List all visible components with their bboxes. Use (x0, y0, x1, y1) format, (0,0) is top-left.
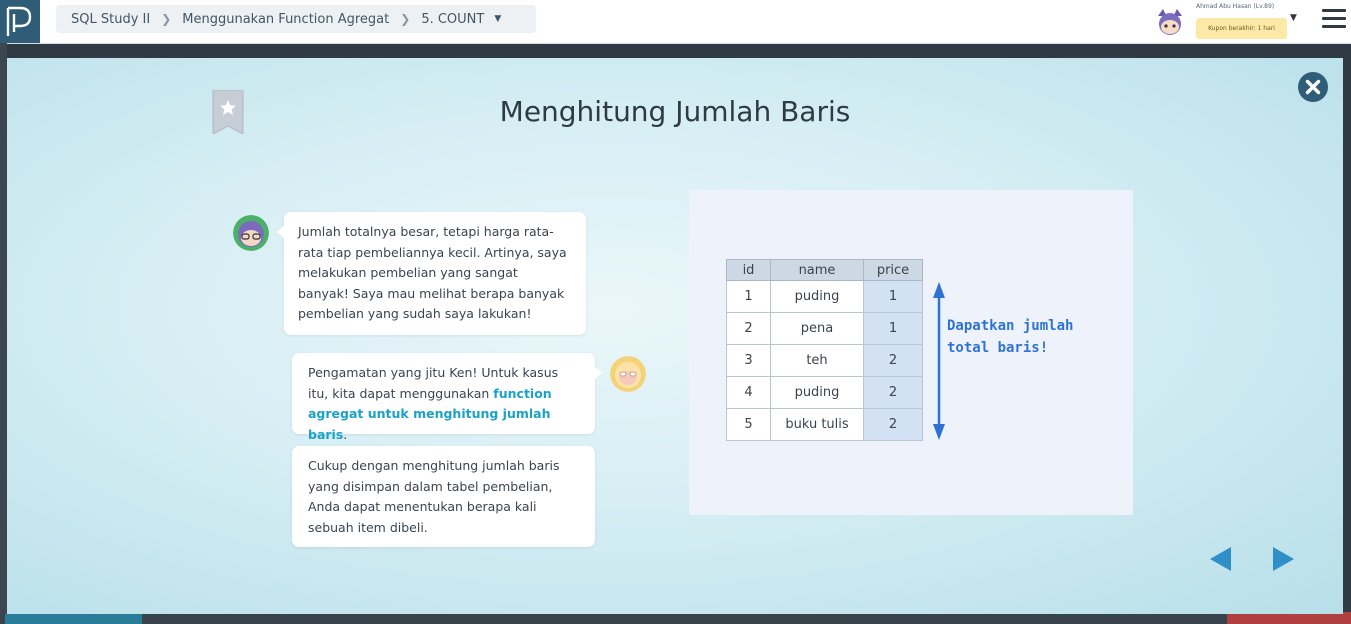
slide-modal: Menghitung Jumlah Baris Jumlah totalnya … (7, 58, 1343, 614)
table-cell: 2 (863, 408, 923, 441)
caret-down-icon[interactable]: ▼ (494, 14, 501, 24)
table-row: 1 puding 1 (726, 280, 923, 313)
next-slide-icon[interactable] (1271, 546, 1295, 572)
table-row: 2 pena 1 (726, 312, 923, 345)
background-page (0, 43, 7, 624)
chat-bubble-tutor: Pengamatan yang jitu Ken! Untuk kasus it… (292, 353, 602, 442)
table-cell: pena (770, 312, 864, 345)
breadcrumb-course[interactable]: SQL Study II (71, 12, 150, 27)
table-cell: 1 (863, 280, 923, 313)
breadcrumb-chapter[interactable]: Menggunakan Function Agregat (182, 12, 389, 27)
top-bar: SQL Study II ❯ Menggunakan Function Agre… (0, 0, 1351, 44)
table-header-row: id name price (726, 259, 923, 281)
caret-down-icon[interactable]: ▼ (1290, 13, 1297, 23)
column-header: price (863, 259, 923, 281)
user-name[interactable]: Ahmad Abu Hasan (Lv.89) (1196, 3, 1274, 10)
table-cell: 2 (863, 376, 923, 409)
user-avatar[interactable] (1154, 6, 1186, 38)
hamburger-menu-icon[interactable] (1322, 9, 1346, 31)
table-cell: 1 (726, 280, 771, 313)
chat-bubble-tutor: Cukup dengan menghitung jumlah baris yan… (292, 446, 595, 547)
arrow-label: Dapatkan jumlah total baris! (947, 315, 1073, 359)
table-cell: teh (770, 344, 864, 377)
close-icon[interactable] (1298, 72, 1328, 102)
previous-slide-icon[interactable] (1209, 546, 1233, 572)
table-cell: 2 (726, 312, 771, 345)
ken-avatar (233, 215, 269, 251)
logo-icon (6, 6, 32, 36)
column-header: id (726, 259, 771, 281)
background-footer (0, 614, 1351, 624)
double-arrow-icon (933, 282, 945, 440)
table-cell: 2 (863, 344, 923, 377)
logo[interactable] (0, 0, 40, 43)
message-text: . (343, 426, 348, 442)
table-cell: buku tulis (770, 408, 864, 441)
table-cell: 3 (726, 344, 771, 377)
table-cell: 1 (863, 312, 923, 345)
column-header: name (770, 259, 864, 281)
coupon-badge: Kupon berakhir: 1 hari (1196, 18, 1287, 39)
arrow-label-line: total baris! (947, 340, 1049, 356)
breadcrumb: SQL Study II ❯ Menggunakan Function Agre… (56, 5, 536, 33)
table-row: 4 puding 2 (726, 376, 923, 409)
purchase-table: id name price 1 puding 1 2 pena 1 3 teh … (726, 259, 923, 441)
tutor-avatar (610, 356, 646, 392)
arrow-label-line: Dapatkan jumlah (947, 318, 1074, 334)
table-illustration: id name price 1 puding 1 2 pena 1 3 teh … (689, 190, 1133, 515)
chevron-right-icon: ❯ (161, 12, 172, 26)
background-panel (5, 614, 142, 624)
slide-title: Menghitung Jumlah Baris (499, 95, 851, 128)
table-cell: puding (770, 280, 864, 313)
table-row: 3 teh 2 (726, 344, 923, 377)
table-cell: 4 (726, 376, 771, 409)
table-cell: 5 (726, 408, 771, 441)
breadcrumb-lesson[interactable]: 5. COUNT (421, 12, 484, 27)
chat-bubble-ken: Jumlah totalnya besar, tetapi harga rata… (277, 212, 586, 335)
table-row: 5 buku tulis 2 (726, 408, 923, 441)
table-cell: puding (770, 376, 864, 409)
chevron-right-icon: ❯ (400, 12, 411, 26)
